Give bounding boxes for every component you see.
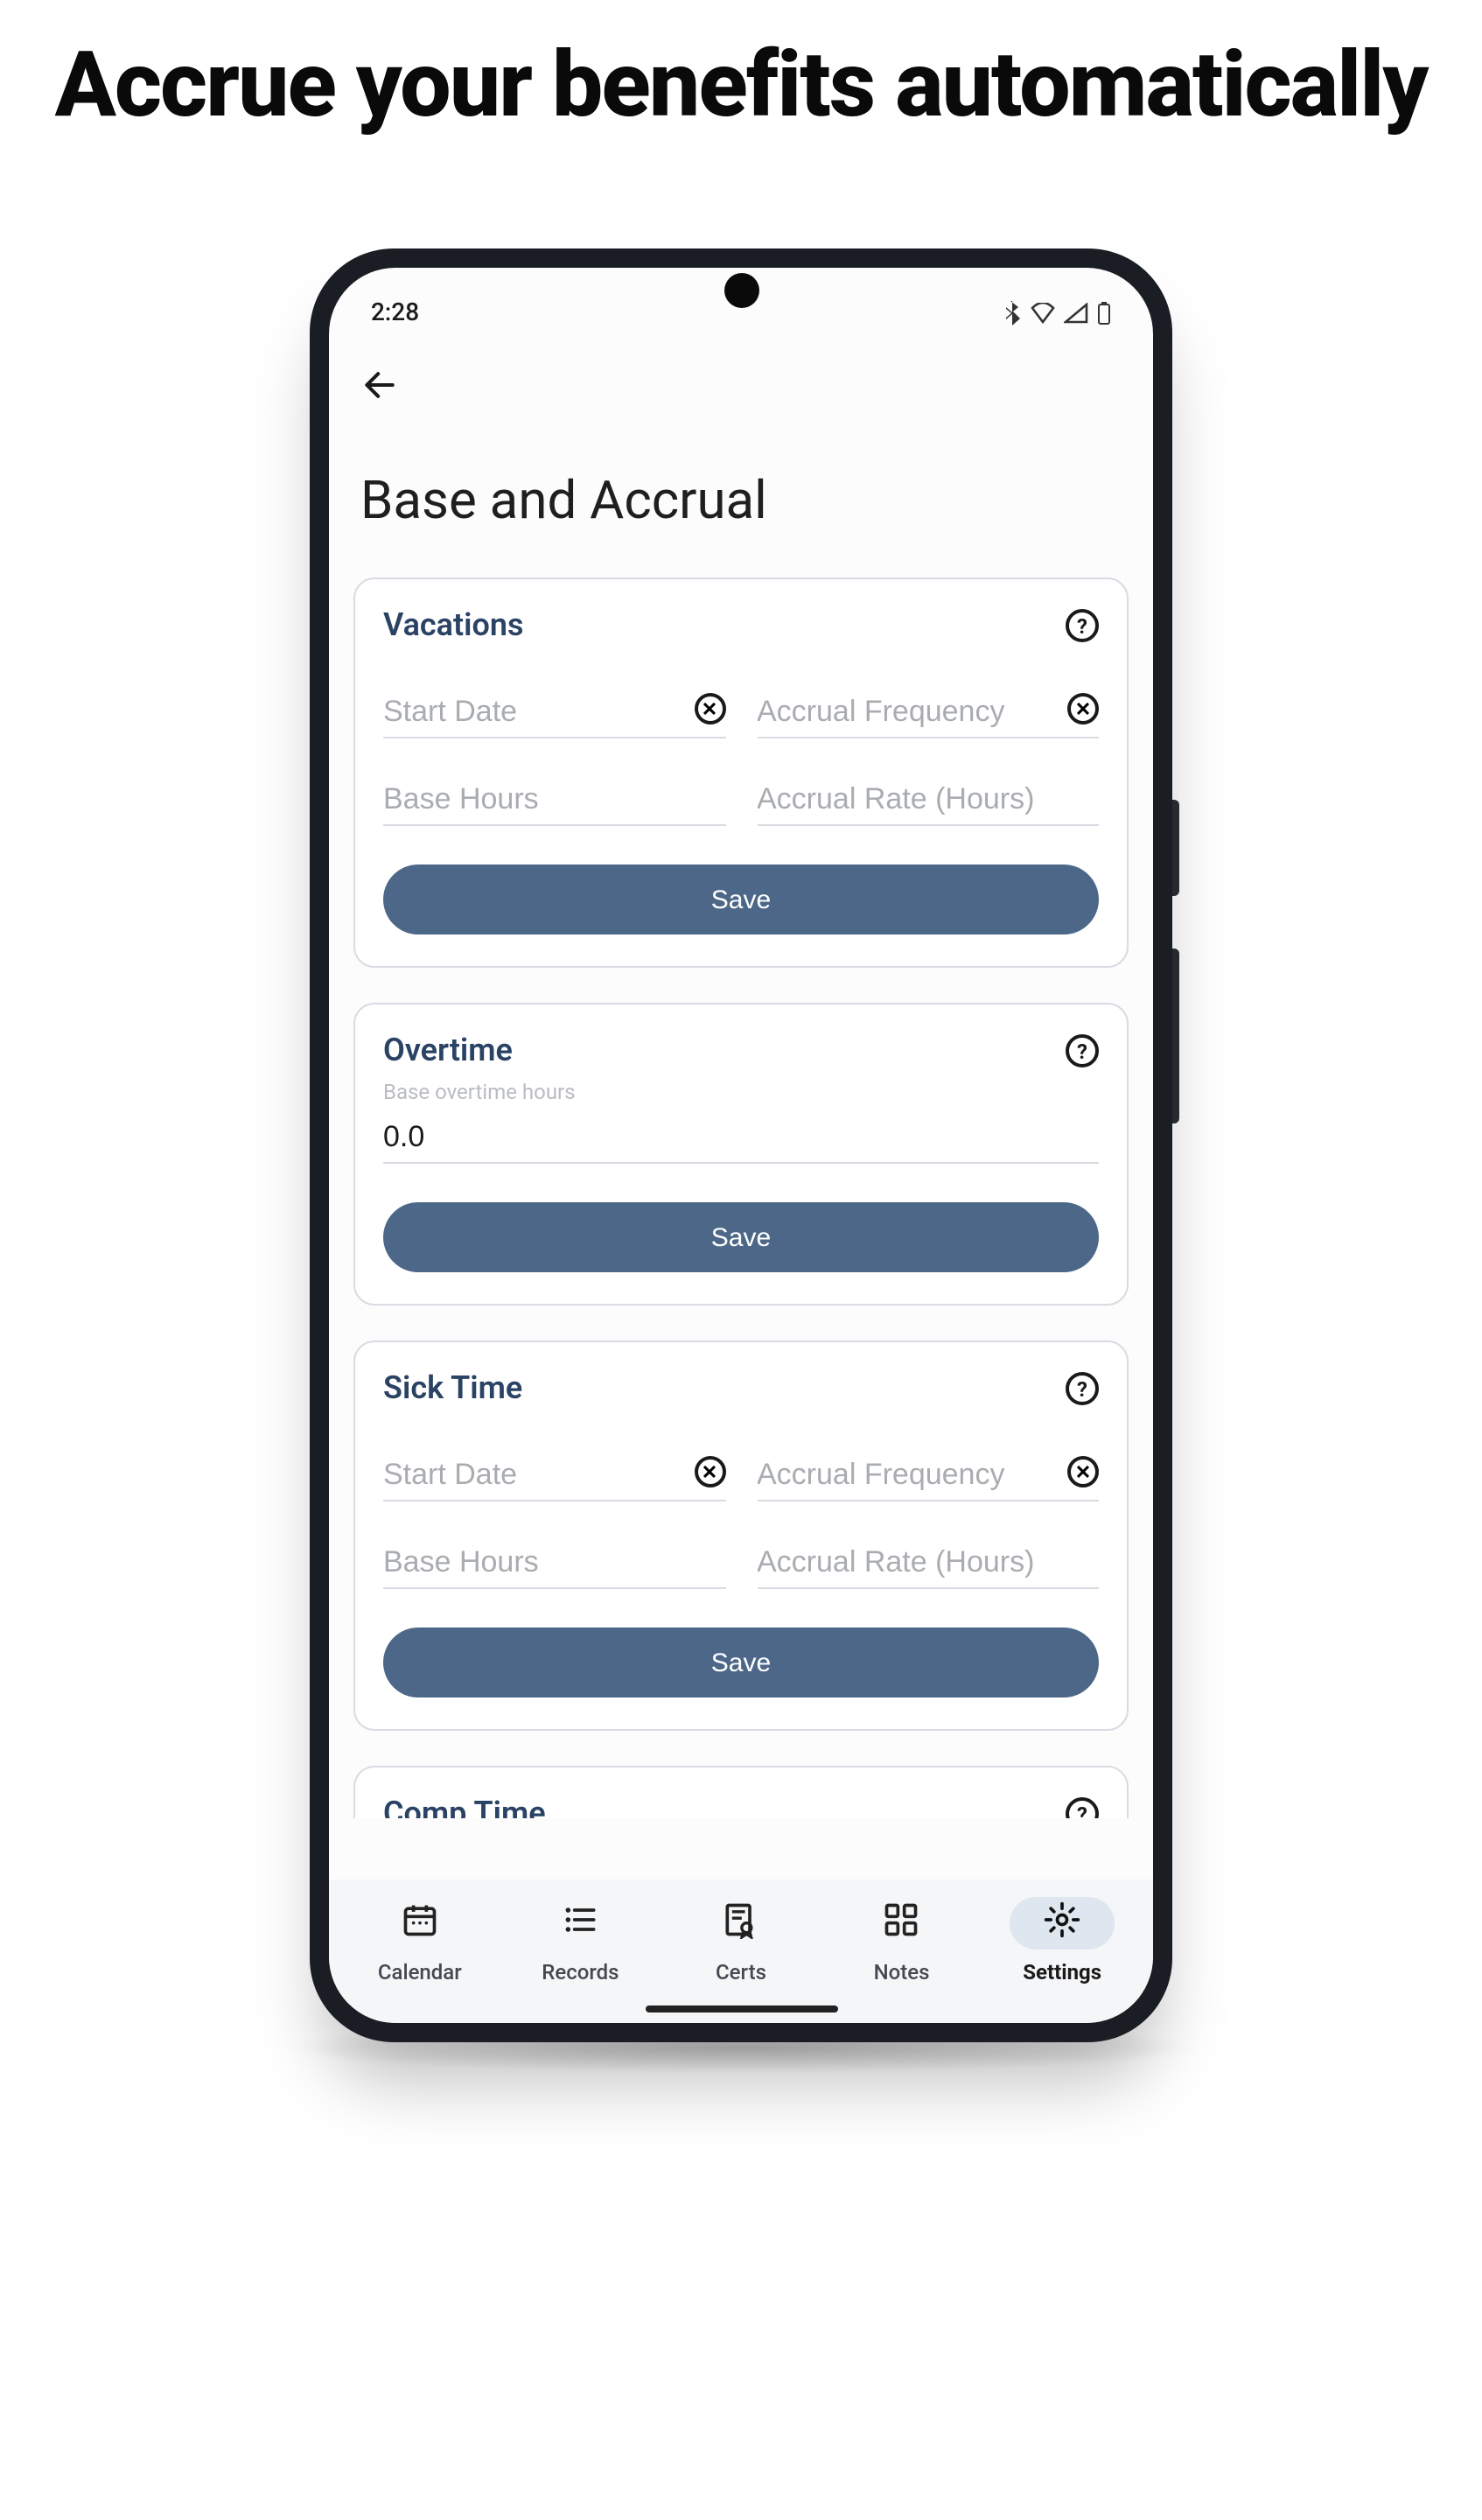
- card-overtime: Overtime ? Base overtime hours Save: [353, 1003, 1129, 1306]
- save-button[interactable]: Save: [383, 1628, 1099, 1698]
- nav-notes[interactable]: Notes: [821, 1897, 982, 1984]
- phone-camera: [724, 273, 758, 308]
- nav-settings[interactable]: Settings: [982, 1897, 1143, 1984]
- app-bar: [329, 345, 1153, 432]
- nav-certs[interactable]: Certs: [661, 1897, 821, 1984]
- battery-icon: [1097, 301, 1111, 326]
- card-comp-time: Comp Time ?: [353, 1766, 1129, 1818]
- dashboard-icon: [883, 1900, 921, 1946]
- clear-icon[interactable]: ✕: [1067, 693, 1099, 724]
- accrual-rate-field[interactable]: [757, 1508, 1099, 1589]
- phone-mockup: 2:28: [310, 248, 1172, 2042]
- card-title-sick: Sick Time: [383, 1370, 522, 1407]
- nav-label: Certs: [716, 1960, 766, 1984]
- start-date-field[interactable]: ✕: [383, 1421, 725, 1502]
- start-date-input[interactable]: [383, 1458, 687, 1493]
- help-icon[interactable]: ?: [1066, 609, 1099, 642]
- certificate-icon: [722, 1900, 760, 1946]
- start-date-input[interactable]: [383, 695, 687, 730]
- clear-icon[interactable]: ✕: [694, 1456, 725, 1488]
- accrual-freq-input[interactable]: [757, 695, 1060, 730]
- bottom-nav: Calendar Records: [329, 1880, 1153, 2023]
- base-hours-field[interactable]: [383, 1508, 725, 1589]
- card-title-comp: Comp Time: [383, 1796, 546, 1818]
- base-hours-input[interactable]: [383, 1545, 725, 1580]
- nav-label: Notes: [874, 1960, 930, 1984]
- calendar-icon: [401, 1900, 439, 1946]
- card-vacations: Vacations ? ✕ ✕: [353, 578, 1129, 968]
- signal-icon: [1064, 303, 1088, 324]
- accrual-rate-field[interactable]: [757, 746, 1099, 826]
- accrual-freq-field[interactable]: ✕: [757, 1421, 1099, 1502]
- save-button[interactable]: Save: [383, 864, 1099, 934]
- help-icon[interactable]: ?: [1066, 1797, 1099, 1818]
- card-sick-time: Sick Time ? ✕ ✕: [353, 1340, 1129, 1731]
- card-title-vacations: Vacations: [383, 607, 523, 644]
- save-button[interactable]: Save: [383, 1202, 1099, 1272]
- help-icon[interactable]: ?: [1066, 1372, 1099, 1405]
- base-hours-field[interactable]: [383, 746, 725, 826]
- base-hours-input[interactable]: [383, 782, 725, 817]
- overtime-hours-input[interactable]: [383, 1120, 1099, 1155]
- overtime-hours-field[interactable]: Base overtime hours: [383, 1083, 1099, 1164]
- clear-icon[interactable]: ✕: [694, 693, 725, 724]
- nav-label: Settings: [1023, 1960, 1101, 1984]
- nav-label: Calendar: [378, 1960, 462, 1984]
- help-icon[interactable]: ?: [1066, 1034, 1099, 1068]
- headline: Accrue your benefits automatically: [0, 35, 1482, 135]
- home-indicator: [645, 2006, 837, 2012]
- accrual-rate-input[interactable]: [757, 782, 1099, 817]
- start-date-field[interactable]: ✕: [383, 658, 725, 738]
- wifi-icon: [1031, 303, 1055, 324]
- back-button[interactable]: [360, 366, 399, 411]
- accrual-freq-field[interactable]: ✕: [757, 658, 1099, 738]
- nav-records[interactable]: Records: [500, 1897, 661, 1984]
- nav-label: Records: [542, 1960, 619, 1984]
- overtime-label: Base overtime hours: [383, 1080, 576, 1104]
- nav-calendar[interactable]: Calendar: [339, 1897, 500, 1984]
- gear-icon: [1043, 1900, 1081, 1946]
- accrual-rate-input[interactable]: [757, 1545, 1099, 1580]
- clear-icon[interactable]: ✕: [1067, 1456, 1099, 1488]
- status-time: 2:28: [371, 299, 419, 327]
- page-title: Base and Accrual: [353, 432, 1129, 578]
- list-icon: [561, 1900, 599, 1946]
- bluetooth-icon: [1004, 301, 1022, 326]
- card-title-overtime: Overtime: [383, 1032, 513, 1069]
- accrual-freq-input[interactable]: [757, 1458, 1060, 1493]
